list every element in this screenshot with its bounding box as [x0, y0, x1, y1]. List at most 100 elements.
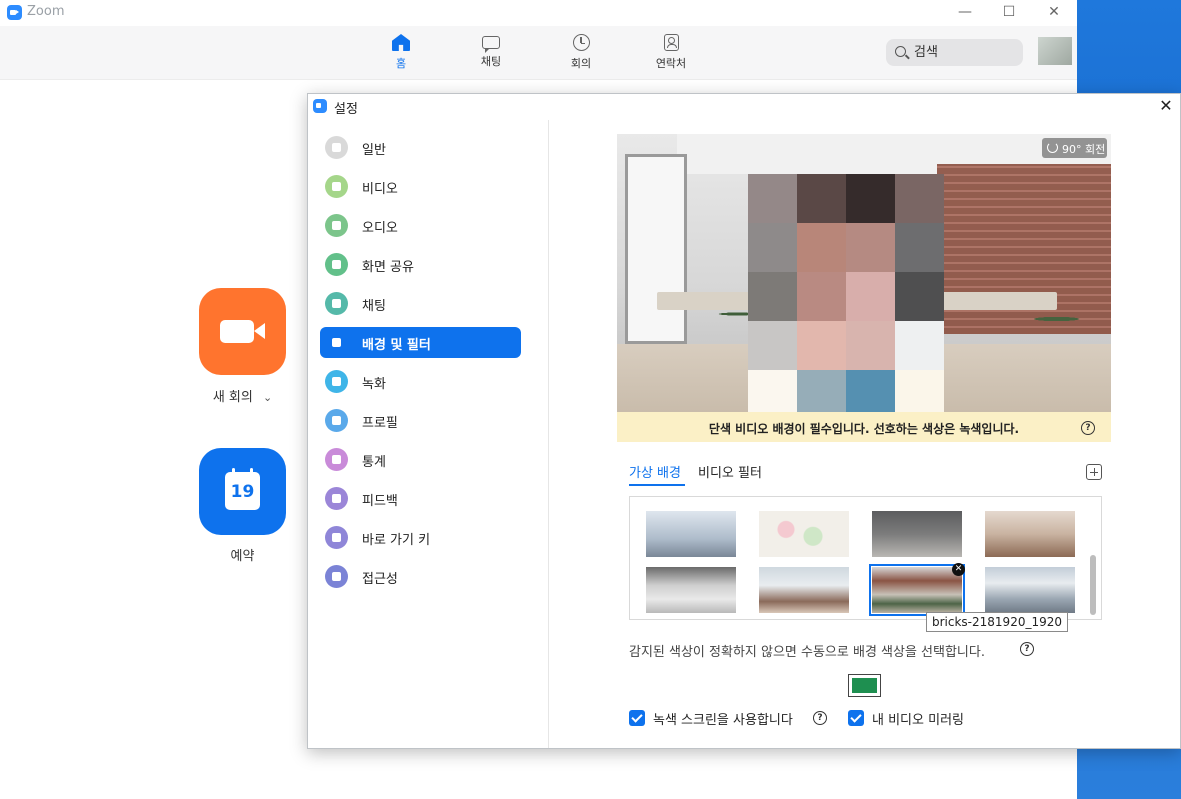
preview-window	[625, 154, 687, 344]
nav-contacts-label: 연락처	[655, 57, 687, 70]
thumbnail-office[interactable]	[872, 511, 962, 557]
rotate-icon	[1047, 142, 1058, 153]
nav-chat[interactable]: 채팅	[461, 34, 521, 69]
help-icon[interactable]: ?	[1081, 421, 1095, 435]
sidebar-item-label: 오디오	[362, 221, 398, 236]
nav-chat-label: 채팅	[480, 55, 502, 68]
remove-background-icon[interactable]: ✕	[952, 563, 965, 576]
minimize-button[interactable]: —	[950, 2, 980, 22]
chat-icon	[482, 36, 500, 53]
new-meeting-label: 새 회의	[212, 390, 253, 405]
avatar[interactable]	[1038, 37, 1072, 65]
chevron-down-icon[interactable]: ⌄	[263, 391, 272, 404]
sidebar-item-label: 채팅	[362, 299, 386, 314]
mirror-video-label: 내 비디오 미러링	[872, 713, 964, 728]
nav-home[interactable]: 홈	[371, 34, 431, 71]
green-screen-label: 녹색 스크린을 사용합니다	[653, 713, 793, 728]
video-preview: 90° 회전	[617, 134, 1111, 412]
profile-icon	[325, 409, 348, 432]
thumbnail-mountain[interactable]	[759, 567, 849, 613]
dialog-close-button[interactable]: ✕	[1153, 94, 1179, 118]
nav-contacts[interactable]: 연락처	[641, 34, 701, 71]
clock-icon	[572, 34, 590, 51]
sidebar-item-label: 화면 공유	[362, 260, 414, 275]
nav-meetings-label: 회의	[570, 57, 592, 70]
help-icon[interactable]: ?	[813, 711, 827, 725]
share-screen-icon	[325, 253, 348, 276]
thumbnail-cafe[interactable]	[985, 511, 1075, 557]
background-icon	[325, 331, 348, 354]
sidebar-item-label: 접근성	[362, 572, 398, 587]
rotate-label: 90° 회전	[1062, 143, 1106, 156]
calendar-icon: 19	[225, 468, 260, 510]
feedback-icon	[325, 487, 348, 510]
sidebar-item-statistics[interactable]: 통계	[320, 444, 521, 475]
nav-home-label: 홈	[395, 57, 407, 70]
maximize-button[interactable]: ☐	[994, 2, 1024, 22]
sidebar-item-share-screen[interactable]: 화면 공유	[320, 249, 521, 280]
sidebar-item-label: 배경 및 필터	[362, 338, 431, 353]
zoom-logo-icon	[7, 5, 22, 20]
dialog-title: 설정	[334, 102, 358, 117]
title-bar: Zoom — ☐ ✕	[0, 0, 1077, 26]
app-title: Zoom	[27, 4, 65, 19]
gear-icon	[325, 136, 348, 159]
sidebar-item-feedback[interactable]: 피드백	[320, 483, 521, 514]
home-icon	[392, 34, 410, 51]
manual-color-description: 감지된 색상이 정확하지 않으면 수동으로 배경 색상을 선택합니다.	[629, 641, 985, 660]
mirror-video-checkbox[interactable]	[848, 710, 864, 726]
contacts-icon	[663, 34, 679, 51]
help-icon[interactable]: ?	[1020, 642, 1034, 656]
sidebar-item-chat[interactable]: 채팅	[320, 288, 521, 319]
thumbnail-bricks[interactable]: ✕	[869, 563, 965, 616]
notice-text: 단색 비디오 배경이 필수입니다. 선호하는 색상은 녹색입니다.	[708, 422, 1020, 436]
sidebar-item-recording[interactable]: 녹화	[320, 366, 521, 397]
search-icon	[895, 46, 906, 57]
background-color-swatch[interactable]	[848, 674, 881, 697]
keyboard-icon	[325, 526, 348, 549]
sidebar-item-label: 통계	[362, 455, 386, 470]
close-button[interactable]: ✕	[1039, 2, 1069, 22]
sidebar-item-video[interactable]: 비디오	[320, 171, 521, 202]
sidebar-item-audio[interactable]: 오디오	[320, 210, 521, 241]
sidebar-item-label: 프로필	[362, 416, 398, 431]
schedule-button[interactable]: 19	[199, 448, 286, 535]
settings-dialog: 설정 ✕ 일반 비디오 오디오 화면 공유 채팅 배경 및 필터 녹화 프로필 …	[307, 93, 1181, 749]
thumbnail-flowers[interactable]	[759, 511, 849, 557]
zoom-logo-icon	[313, 99, 327, 113]
sidebar-item-label: 일반	[362, 143, 386, 158]
sidebar-item-shortcuts[interactable]: 바로 가기 키	[320, 522, 521, 553]
new-meeting-label-row: 새 회의 ⌄	[199, 386, 286, 405]
sidebar-item-label: 비디오	[362, 182, 398, 197]
schedule-label: 예약	[230, 549, 255, 564]
new-meeting-button[interactable]	[199, 288, 286, 375]
sidebar-item-accessibility[interactable]: 접근성	[320, 561, 521, 592]
sidebar-item-label: 녹화	[362, 377, 386, 392]
tab-video-filters[interactable]: 비디오 필터	[698, 462, 762, 481]
calendar-day: 19	[230, 482, 255, 502]
background-thumbnail-grid: ✕	[629, 496, 1102, 620]
swatch-color	[852, 678, 877, 693]
search-box[interactable]	[886, 39, 1023, 66]
thumbnail-city[interactable]	[646, 511, 736, 557]
record-icon	[325, 370, 348, 393]
add-background-button[interactable]	[1086, 464, 1102, 480]
stats-icon	[325, 448, 348, 471]
green-screen-checkbox[interactable]	[629, 710, 645, 726]
search-input[interactable]	[914, 43, 1014, 62]
thumbnail-meeting-room[interactable]	[646, 567, 736, 613]
thumbnail-scrollbar[interactable]	[1090, 555, 1096, 615]
manual-color-text: 감지된 색상이 정확하지 않으면 수동으로 배경 색상을 선택합니다.	[629, 645, 985, 660]
headphones-icon	[325, 214, 348, 237]
settings-sidebar: 일반 비디오 오디오 화면 공유 채팅 배경 및 필터 녹화 프로필 통계 피드…	[308, 120, 549, 748]
video-icon	[325, 175, 348, 198]
sidebar-item-background-filters[interactable]: 배경 및 필터	[320, 327, 521, 358]
thumbnail-snow-mountain[interactable]	[985, 567, 1075, 613]
sidebar-item-general[interactable]: 일반	[320, 132, 521, 163]
nav-meetings[interactable]: 회의	[551, 34, 611, 71]
sidebar-item-profile[interactable]: 프로필	[320, 405, 521, 436]
tab-virtual-background[interactable]: 가상 배경	[629, 462, 681, 481]
rotate-button[interactable]: 90° 회전	[1042, 138, 1107, 158]
accessibility-icon	[325, 565, 348, 588]
sidebar-item-label: 바로 가기 키	[362, 533, 431, 548]
